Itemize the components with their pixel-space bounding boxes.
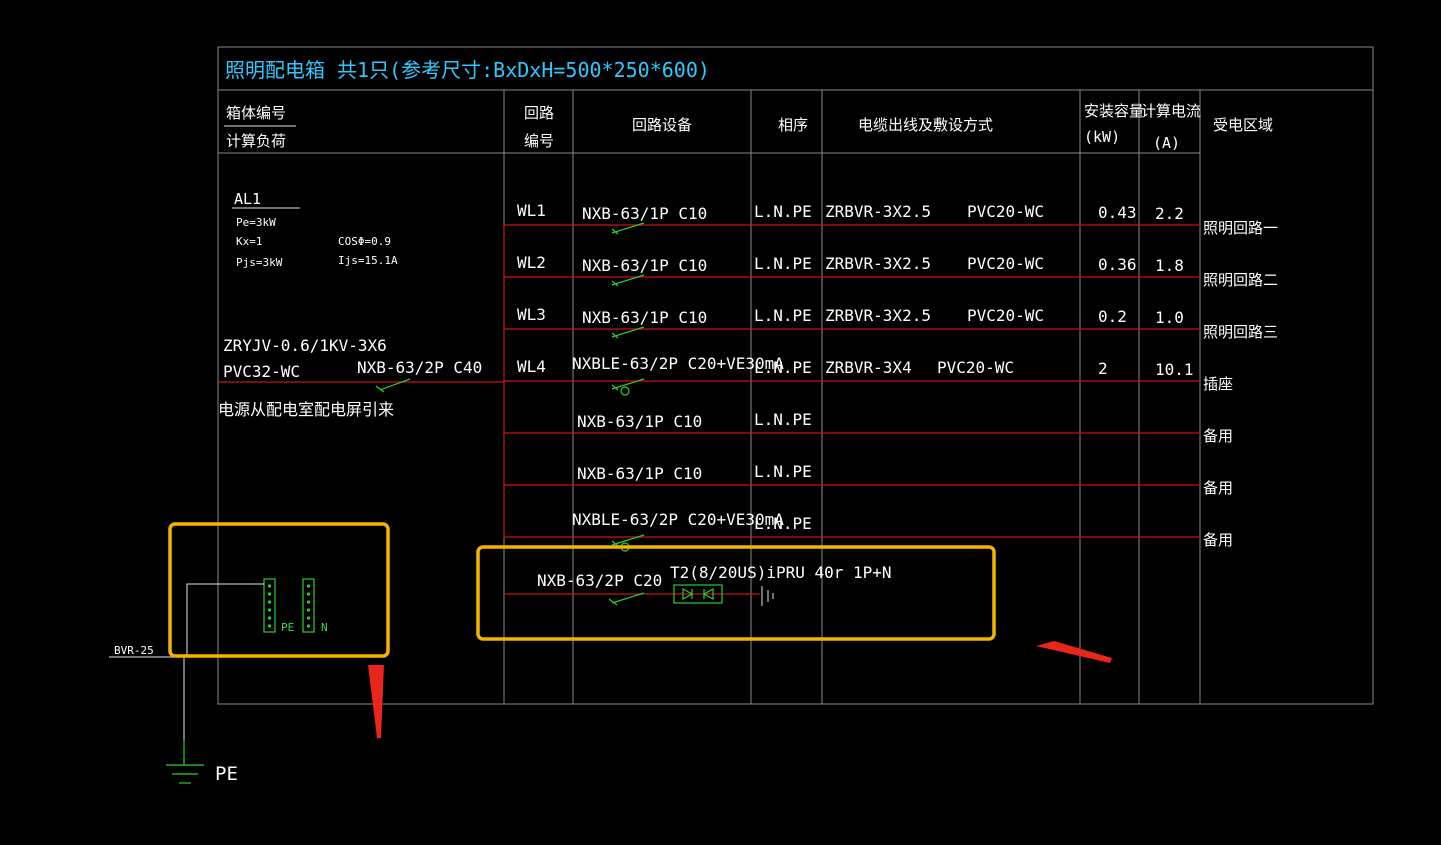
box-pjs: Pjs=3kW: [236, 256, 283, 269]
circuit-area: 备用: [1203, 531, 1233, 549]
circuit-kw: 0.36: [1098, 255, 1137, 274]
circuit-device: NXBLE-63/2P C20+VE30mA: [572, 510, 784, 529]
pe-bar-wire: [186, 583, 264, 656]
header-calc-load: 计算负荷: [226, 132, 286, 150]
header-phase: 相序: [778, 116, 808, 134]
incoming-cable: ZRYJV-0.6/1KV-3X6: [223, 336, 387, 355]
highlight-box-spd: [476, 545, 996, 641]
header-device: 回路设备: [632, 116, 692, 134]
header-current-1: 计算电流: [1141, 102, 1201, 120]
box-kx: Kx=1: [236, 235, 263, 248]
circuit-area: 插座: [1203, 375, 1233, 393]
header-capacity-1: 安装容量: [1084, 102, 1144, 120]
circuit-area: 备用: [1203, 427, 1233, 445]
schematic-drawing: 照明配电箱 共1只(参考尺寸:BxDxH=500*250*600) 箱体编号 计…: [109, 46, 1374, 785]
circuit-area: 照明回路二: [1203, 271, 1278, 289]
arrow-up-icon: [368, 665, 384, 738]
earth-ground-icon: [166, 740, 204, 784]
circuit-cable: ZRBVR-3X2.5: [825, 202, 931, 221]
circuit-area: 备用: [1203, 479, 1233, 497]
header-circuit-no-1: 回路: [524, 104, 554, 122]
arrow-left-icon: [1036, 641, 1112, 663]
spd-breaker-symbol: [608, 592, 645, 606]
earth-label: PE: [215, 763, 238, 785]
pe-bar: [263, 578, 276, 633]
spd-device: T2(8/20US)iPRU 40r 1P+N: [670, 563, 892, 582]
circuit-device: NXB-63/1P C10: [582, 308, 707, 327]
circuit-area: 照明回路三: [1203, 323, 1278, 341]
circuit-kw: 0.2: [1098, 307, 1127, 326]
bvr-wire-label: BVR-25: [114, 644, 154, 657]
box-pe: Pe=3kW: [236, 216, 276, 229]
header-circuit-no-2: 编号: [524, 132, 554, 150]
circuit-amp: 1.8: [1155, 256, 1184, 275]
circuit-cable: ZRBVR-3X2.5: [825, 306, 931, 325]
circuit-laying: PVC20-WC: [937, 358, 1014, 377]
box-id: AL1: [234, 190, 261, 208]
circuit-device: NXB-63/1P C10: [582, 204, 707, 223]
circuit-no: WL3: [517, 305, 546, 324]
circuit-phase: L.N.PE: [754, 306, 812, 325]
circuit-device: NXBLE-63/2P C20+VE30mA: [572, 354, 784, 373]
highlight-box-grounding: [168, 522, 390, 658]
circuit-laying: PVC20-WC: [967, 306, 1044, 325]
circuit-amp: 10.1: [1155, 360, 1194, 379]
circuit-phase: L.N.PE: [754, 202, 812, 221]
header-cable: 电缆出线及敷设方式: [858, 116, 993, 134]
header-area: 受电区域: [1213, 116, 1273, 134]
circuit-device: NXB-63/1P C10: [577, 464, 702, 483]
circuit-laying: PVC20-WC: [967, 202, 1044, 221]
incoming-source: 电源从配电室配电屏引来: [218, 400, 394, 419]
n-bar-label: N: [321, 621, 328, 634]
box-ijs: Ijs=15.1A: [338, 254, 398, 267]
circuit-laying: PVC20-WC: [967, 254, 1044, 273]
incoming-breaker: NXB-63/2P C40: [357, 358, 482, 377]
circuit-device: NXB-63/1P C10: [582, 256, 707, 275]
rcd-ring-icon: [620, 386, 630, 396]
circuit-device: NXB-63/1P C10: [577, 412, 702, 431]
circuit-area: 照明回路一: [1203, 219, 1278, 237]
circuit-phase: L.N.PE: [754, 462, 812, 481]
n-bar: [302, 578, 315, 633]
incoming-conduit: PVC32-WC: [223, 362, 300, 381]
circuit-phase: L.N.PE: [754, 358, 812, 377]
header-box-no: 箱体编号: [226, 104, 286, 122]
circuit-cable: ZRBVR-3X2.5: [825, 254, 931, 273]
circuit-amp: 1.0: [1155, 308, 1184, 327]
circuit-phase: L.N.PE: [754, 254, 812, 273]
box-title: 照明配电箱 共1只(参考尺寸:BxDxH=500*250*600): [225, 58, 710, 82]
circuit-phase: L.N.PE: [754, 410, 812, 429]
incoming-breaker-symbol: [375, 378, 411, 393]
circuit-kw: 2: [1098, 359, 1108, 378]
pe-bar-label: PE: [281, 621, 294, 634]
circuit-no: WL4: [517, 357, 546, 376]
spd-ground-icon: [761, 586, 774, 606]
box-cos: COSΦ=0.9: [338, 235, 391, 248]
header-capacity-2: (kW): [1084, 128, 1120, 146]
circuit-no: WL2: [517, 253, 546, 272]
circuit-no: WL1: [517, 201, 546, 220]
circuit-amp: 2.2: [1155, 204, 1184, 223]
circuit-kw: 0.43: [1098, 203, 1137, 222]
header-current-2: (A): [1153, 134, 1180, 152]
circuit-rows: WL1 NXB-63/1P C10 L.N.PE ZRBVR-3X2.5 PVC20-W…: [504, 201, 1278, 552]
circuit-phase: L.N.PE: [754, 514, 812, 533]
spd-breaker: NXB-63/2P C20: [537, 571, 662, 590]
circuit-cable: ZRBVR-3X4: [825, 358, 912, 377]
